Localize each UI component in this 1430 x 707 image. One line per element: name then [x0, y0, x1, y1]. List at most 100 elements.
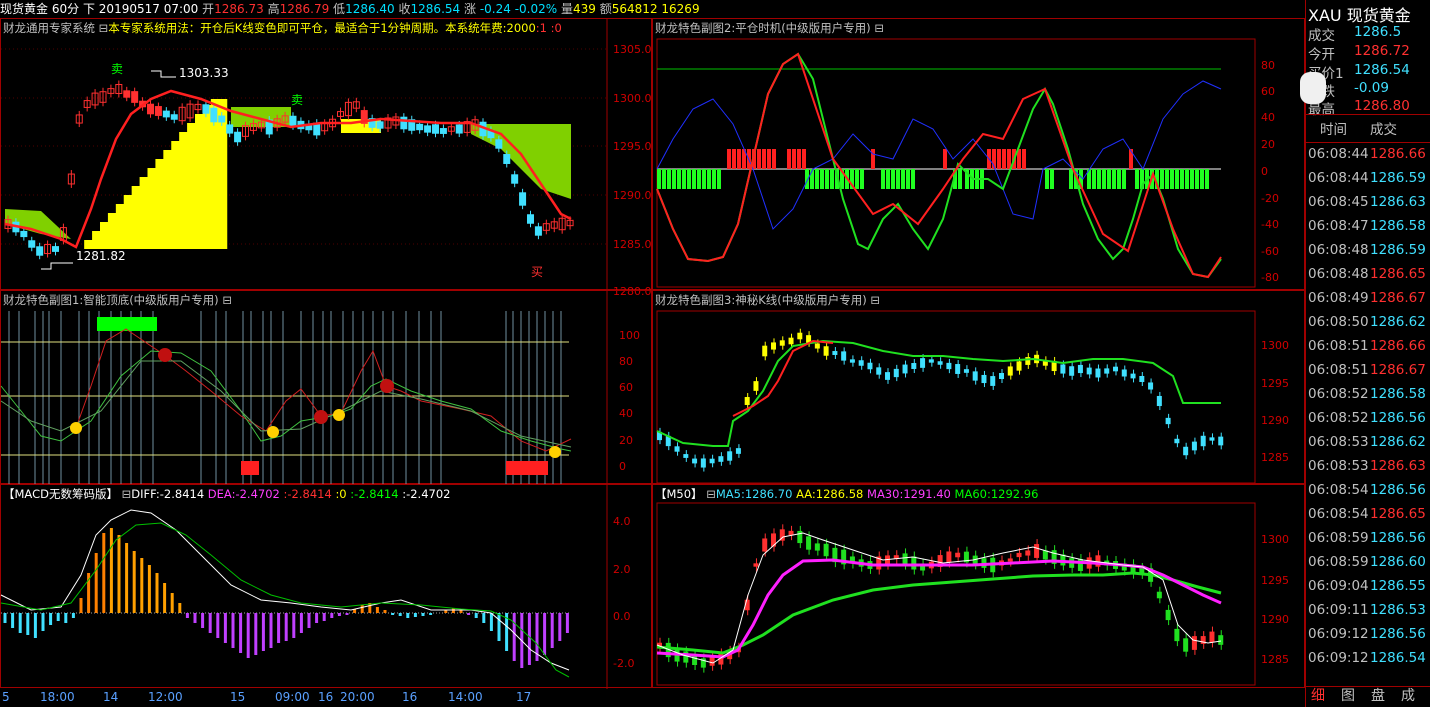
collapse-icon[interactable]: ⊟: [122, 487, 132, 501]
candle-body: [683, 454, 689, 458]
candle-body: [218, 115, 226, 123]
candle-body: [1174, 438, 1180, 444]
sub3-svg: 1300 1295 1290 1285: [656, 310, 1289, 484]
candle-body: [849, 359, 855, 363]
candle-body: [1130, 373, 1136, 379]
tick-price: 1286.65: [1370, 266, 1426, 282]
tab-chart[interactable]: 图: [1336, 686, 1360, 707]
sub3-panel[interactable]: 财龙特色副图3:神秘K线(中级版用户专用) ⊟ 1300 1295 1290 1…: [652, 290, 1305, 484]
xaxis-label: 15: [230, 690, 246, 704]
tick-row: 06:08:59 1286.60: [1306, 554, 1430, 578]
tab-trades[interactable]: 成: [1396, 686, 1420, 707]
candle-body: [424, 125, 432, 133]
tick-row: 06:08:52 1286.58: [1306, 386, 1430, 410]
candle-body: [1218, 436, 1224, 446]
tick-price: 1286.63: [1370, 194, 1426, 210]
sub3-candles: [657, 328, 1224, 472]
main-ytick: 1305.0: [613, 43, 652, 56]
candle-body: [1209, 631, 1215, 643]
xaxis-label: 18:00: [40, 690, 75, 704]
collapse-icon[interactable]: ⊟: [874, 21, 884, 35]
ma-panel[interactable]: 【M50】 ⊟MA5:1286.70 AA:1286.58 MA30:1291.…: [652, 484, 1305, 688]
bottom-zone-bar: [241, 461, 259, 475]
macd-ytick: 2.0: [613, 563, 631, 576]
ma60-line: [656, 571, 1222, 655]
candle-body: [911, 556, 917, 570]
main-chart-title: 财龙通用专家系统 ⊟本专家系统用法：开仓后K线变色即可平仓，最适合于1分钟周期。…: [3, 20, 562, 36]
xaxis-label: 14:00: [448, 690, 483, 704]
sub1-panel[interactable]: 财龙特色副图1:智能顶底(中级版用户专用) ⊟ 100 80 60 40 20 …: [0, 290, 652, 485]
quote-value: 1286.80: [1354, 98, 1410, 114]
tick-row: 06:08:54 1286.65: [1306, 506, 1430, 530]
main-yaxis: 1305.0 1300.0 1295.0 1290.0 1285.0 1280.…: [613, 43, 652, 298]
candle-body: [1156, 591, 1162, 599]
ma-svg: 1300 1295 1290 1285: [656, 502, 1289, 686]
tick-time: 06:08:51: [1308, 338, 1369, 354]
sub2-ytick: -80: [1261, 271, 1279, 284]
smile-icon: [549, 446, 561, 458]
macd-histogram: [3, 528, 569, 668]
signal-block: [901, 169, 905, 189]
signal-block: [1170, 169, 1174, 189]
tick-row: 06:08:51 1286.66: [1306, 338, 1430, 362]
ma30-value: MA30:1291.40: [867, 487, 951, 501]
tick-time: 06:08:59: [1308, 530, 1369, 546]
divider: [1306, 142, 1430, 143]
collapse-icon[interactable]: ⊟: [706, 487, 716, 501]
high-value: 1286.79: [279, 2, 330, 16]
tab-book[interactable]: 盘: [1366, 686, 1390, 707]
sub3-ytick: 1295: [1261, 377, 1289, 390]
candle-body: [1007, 558, 1013, 562]
period[interactable]: 60分: [52, 2, 79, 16]
candle-body: [131, 91, 139, 103]
candle-body: [1191, 636, 1197, 650]
sub2-panel[interactable]: 财龙特色副图2:平仓时机(中级版用户专用) ⊟ 80 60 40 20 0 -2…: [652, 18, 1305, 290]
aa-value: AA:1286.58: [796, 487, 864, 501]
candle-body: [788, 530, 794, 536]
candle-body: [771, 342, 776, 350]
collapse-icon[interactable]: ⊟: [222, 293, 232, 307]
signal-block: [1007, 149, 1011, 169]
signal-block: [1175, 169, 1179, 189]
tick-time: 06:08:54: [1308, 506, 1369, 522]
main-ytick: 1285.0: [613, 238, 652, 251]
xaxis-label: 16: [318, 690, 334, 704]
candle-body: [762, 538, 768, 552]
sub3-ytick: 1290: [1261, 414, 1289, 427]
yellow-step: [107, 213, 117, 249]
signal-block: [682, 169, 686, 189]
tick-row: 06:09:04 1286.55: [1306, 578, 1430, 602]
ma60-value: MA60:1292.96: [954, 487, 1039, 501]
collapse-icon[interactable]: ⊟: [99, 21, 109, 35]
sub2-ytick: -40: [1261, 218, 1279, 231]
tick-row: 06:09:11 1286.53: [1306, 602, 1430, 626]
candle-body: [788, 337, 794, 345]
signal-block: [717, 169, 721, 189]
smile-icon: [267, 426, 279, 438]
signal-block: [697, 169, 701, 189]
collapse-icon[interactable]: ⊟: [870, 293, 880, 307]
candle-body: [432, 124, 439, 134]
signal-block: [1102, 169, 1106, 189]
diff-value: -2.8414: [159, 487, 205, 501]
tick-time: 06:08:59: [1308, 554, 1369, 570]
sub3-green-line: [656, 339, 1221, 447]
candle-body: [1104, 368, 1110, 374]
candle-body: [718, 456, 724, 462]
candle-body: [147, 103, 154, 115]
yellow-step: [147, 168, 156, 249]
yellow-step: [84, 240, 93, 249]
candle-body: [1165, 609, 1171, 621]
tab-detail[interactable]: 细: [1306, 686, 1330, 707]
smile-icon: [70, 422, 82, 434]
dea-value: -2.4702: [235, 487, 280, 501]
main-chart-panel[interactable]: 财龙通用专家系统 ⊟本专家系统用法：开仓后K线变色即可平仓，最适合于1分钟周期。…: [0, 18, 652, 298]
candle-body: [823, 346, 829, 356]
signal-block: [737, 149, 741, 169]
tick-price: 1286.56: [1370, 530, 1426, 546]
candle-body: [753, 381, 759, 391]
candle-body: [1077, 364, 1083, 374]
signal-block: [1112, 169, 1116, 189]
signal-block: [797, 149, 801, 169]
macd-panel[interactable]: 【MACD无数筹码版】 ⊟DIFF:-2.8414 DEA:-2.4702 :-…: [0, 484, 652, 689]
